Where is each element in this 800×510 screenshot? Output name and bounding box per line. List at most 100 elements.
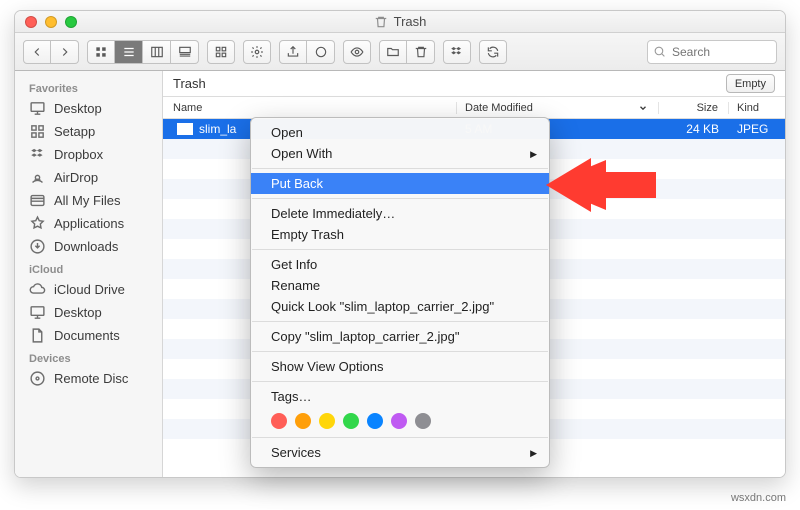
share-button[interactable]: [279, 40, 307, 64]
tag-orange[interactable]: [295, 413, 311, 429]
sidebar-item-dropbox[interactable]: Dropbox: [15, 143, 162, 166]
sidebar-item-icloud-desktop[interactable]: Desktop: [15, 301, 162, 324]
column-headers: Name Date Modified Size Kind: [163, 97, 785, 119]
column-name[interactable]: Name: [163, 102, 457, 114]
search-icon: [653, 45, 666, 58]
downloads-icon: [29, 238, 46, 255]
column-size[interactable]: Size: [659, 102, 729, 114]
sidebar-item-downloads[interactable]: Downloads: [15, 235, 162, 258]
tag-yellow[interactable]: [319, 413, 335, 429]
sidebar-item-label: All My Files: [54, 193, 120, 208]
ctx-services[interactable]: Services: [251, 442, 549, 463]
sidebar: Favorites Desktop Setapp Dropbox AirDrop…: [15, 71, 163, 477]
file-ops: [279, 40, 335, 64]
sidebar-item-label: Desktop: [54, 305, 102, 320]
ctx-rename[interactable]: Rename: [251, 275, 549, 296]
file-kind: JPEG: [729, 122, 785, 136]
window-title: Trash: [394, 14, 427, 29]
ctx-tags[interactable]: Tags…: [251, 386, 549, 407]
column-kind[interactable]: Kind: [729, 102, 785, 114]
search-input[interactable]: [647, 40, 777, 64]
forward-button[interactable]: [51, 40, 79, 64]
ctx-delete-immediately[interactable]: Delete Immediately…: [251, 203, 549, 224]
sidebar-item-label: Documents: [54, 328, 120, 343]
icloud-icon: [29, 281, 46, 298]
sidebar-item-label: Downloads: [54, 239, 118, 254]
sidebar-item-label: Applications: [54, 216, 124, 231]
toolbar: [15, 33, 785, 71]
tag-red[interactable]: [271, 413, 287, 429]
action-button[interactable]: [243, 40, 271, 64]
sidebar-item-label: AirDrop: [54, 170, 98, 185]
sidebar-item-label: Dropbox: [54, 147, 103, 162]
view-switcher: [87, 40, 199, 64]
titlebar: Trash: [15, 11, 785, 33]
column-date[interactable]: Date Modified: [457, 102, 659, 114]
ctx-separator: [252, 249, 548, 250]
ctx-separator: [252, 168, 548, 169]
nav-buttons: [23, 40, 79, 64]
back-button[interactable]: [23, 40, 51, 64]
sync-button[interactable]: [479, 40, 507, 64]
tags-button[interactable]: [307, 40, 335, 64]
path-bar: Trash Empty: [163, 71, 785, 97]
sidebar-item-desktop[interactable]: Desktop: [15, 97, 162, 120]
trash-icon: [374, 15, 388, 29]
grid-icon: [29, 123, 46, 140]
remotedisc-icon: [29, 370, 46, 387]
sidebar-item-documents[interactable]: Documents: [15, 324, 162, 347]
arrange-button[interactable]: [207, 40, 235, 64]
dropbox-icon: [29, 146, 46, 163]
new-folder-button[interactable]: [379, 40, 407, 64]
view-coverflow-button[interactable]: [171, 40, 199, 64]
sidebar-item-label: iCloud Drive: [54, 282, 125, 297]
airdrop-icon: [29, 169, 46, 186]
sidebar-header-devices: Devices: [15, 347, 162, 367]
view-list-button[interactable]: [115, 40, 143, 64]
sidebar-item-applications[interactable]: Applications: [15, 212, 162, 235]
dropbox-button[interactable]: [443, 40, 471, 64]
empty-trash-button[interactable]: Empty: [726, 74, 775, 93]
ctx-separator: [252, 198, 548, 199]
path-location: Trash: [173, 76, 206, 91]
sidebar-item-setapp[interactable]: Setapp: [15, 120, 162, 143]
apps-icon: [29, 215, 46, 232]
sidebar-item-label: Remote Disc: [54, 371, 128, 386]
ctx-quick-look[interactable]: Quick Look "slim_laptop_carrier_2.jpg": [251, 296, 549, 317]
file-size: 24 KB: [659, 122, 729, 136]
tag-purple[interactable]: [391, 413, 407, 429]
chevron-down-icon: [638, 103, 648, 113]
view-icon-button[interactable]: [87, 40, 115, 64]
tag-blue[interactable]: [367, 413, 383, 429]
ctx-separator: [252, 351, 548, 352]
allfiles-icon: [29, 192, 46, 209]
ctx-show-view-options[interactable]: Show View Options: [251, 356, 549, 377]
ctx-put-back[interactable]: Put Back: [251, 173, 549, 194]
sidebar-item-remotedisc[interactable]: Remote Disc: [15, 367, 162, 390]
ctx-open[interactable]: Open: [251, 122, 549, 143]
sidebar-item-label: Desktop: [54, 101, 102, 116]
desktop-icon: [29, 100, 46, 117]
ctx-separator: [252, 381, 548, 382]
desktop-icon: [29, 304, 46, 321]
ctx-empty-trash[interactable]: Empty Trash: [251, 224, 549, 245]
quicklook-button[interactable]: [343, 40, 371, 64]
sidebar-item-label: Setapp: [54, 124, 95, 139]
folder-ops: [379, 40, 435, 64]
sidebar-item-airdrop[interactable]: AirDrop: [15, 166, 162, 189]
file-name: slim_la: [199, 122, 236, 136]
view-column-button[interactable]: [143, 40, 171, 64]
ctx-separator: [252, 321, 548, 322]
ctx-open-with[interactable]: Open With: [251, 143, 549, 164]
ctx-copy[interactable]: Copy "slim_laptop_carrier_2.jpg": [251, 326, 549, 347]
tag-gray[interactable]: [415, 413, 431, 429]
sidebar-item-iclouddrive[interactable]: iCloud Drive: [15, 278, 162, 301]
sidebar-item-allmyfiles[interactable]: All My Files: [15, 189, 162, 212]
file-thumbnail-icon: [177, 123, 193, 135]
ctx-get-info[interactable]: Get Info: [251, 254, 549, 275]
tag-green[interactable]: [343, 413, 359, 429]
sidebar-header-favorites: Favorites: [15, 77, 162, 97]
documents-icon: [29, 327, 46, 344]
ctx-separator: [252, 437, 548, 438]
delete-button[interactable]: [407, 40, 435, 64]
